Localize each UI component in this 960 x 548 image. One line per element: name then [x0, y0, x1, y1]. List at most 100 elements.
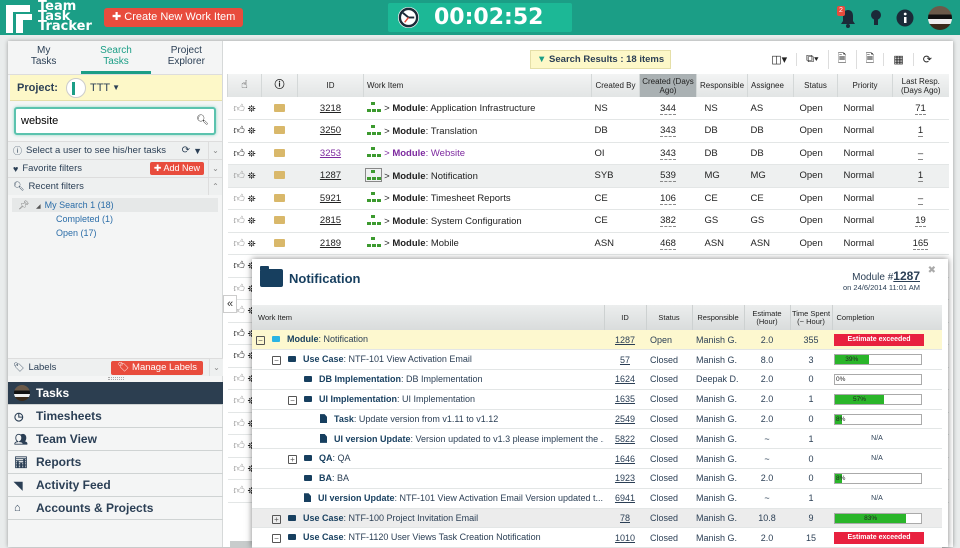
header-status[interactable]: Status	[793, 74, 838, 97]
expand-icon[interactable]: +	[272, 514, 281, 524]
work-item-id-link[interactable]: 1010	[615, 533, 635, 543]
thumbs-up-icon[interactable]: 👍︎	[233, 328, 245, 340]
thumbs-up-icon[interactable]: 👍︎	[233, 283, 245, 295]
pin-icon[interactable]: 📌︎	[18, 200, 29, 210]
collapse-icon[interactable]: −	[272, 534, 281, 544]
thumbs-up-icon[interactable]: 👍︎	[233, 373, 245, 385]
select-user-section[interactable]: ⓘ Select a user to see his/her tasks ⟳ ▼…	[8, 141, 222, 159]
row-work-item[interactable]: > Module: Translation	[363, 119, 592, 143]
work-item-id-link[interactable]: 5921	[320, 193, 341, 204]
notifications-button[interactable]: 2	[837, 6, 856, 28]
work-item-id-link[interactable]: 78	[620, 513, 630, 523]
nav-item-activity-feed[interactable]: ◥ Activity Feed	[8, 474, 223, 497]
close-popup-button[interactable]: ✖	[928, 265, 936, 276]
row-work-item[interactable]: > Module: Mobile	[363, 232, 592, 255]
binoculars-icon[interactable]: ⛯	[248, 126, 256, 137]
hierarchy-icon[interactable]	[364, 167, 382, 182]
work-item-id-link[interactable]: 57	[620, 355, 630, 365]
popup-row[interactable]: UI version Update: Version updated to v1…	[252, 428, 942, 450]
popup-row[interactable]: + Use Case: NTF-100 Project Invitation Em…	[252, 508, 942, 529]
popup-work-item[interactable]: Task: Update version from v1.11 to v1.12	[252, 409, 604, 430]
collapse-icon[interactable]: −	[272, 356, 281, 366]
folder-icon[interactable]	[274, 216, 285, 225]
folder-icon[interactable]	[274, 103, 285, 112]
hierarchy-icon[interactable]	[366, 214, 381, 225]
table-row[interactable]: 👍︎ ⛯ 3253 > Module: Website OI 343 DB DB Open N…	[227, 142, 949, 165]
popup-row[interactable]: − Module: Notification 1287 Open Manish G. 2.…	[252, 330, 942, 351]
popup-work-item[interactable]: − UI Implementation: UI Implementation	[252, 389, 604, 410]
work-item-id-link[interactable]: 1646	[615, 454, 635, 464]
header-created-by[interactable]: Created By	[591, 74, 640, 97]
table-row[interactable]: 👍︎ ⛯ 5921 > Module: Timesheet Reports CE 10…	[227, 187, 949, 210]
tree-item-open[interactable]: Open (17)	[12, 226, 222, 240]
export-excel-button[interactable]: 🗎︎	[855, 49, 884, 69]
thumbs-up-icon[interactable]: 👍︎	[233, 418, 245, 430]
info-icon[interactable]	[896, 9, 914, 27]
row-work-item[interactable]: > Module: Timesheet Reports	[363, 187, 592, 210]
thumbs-up-icon[interactable]: 👍︎	[233, 215, 245, 227]
thumbs-up-icon[interactable]: 👍︎	[233, 193, 245, 205]
thumbs-up-icon[interactable]: 👍︎	[233, 463, 245, 475]
nav-item-accounts-projects[interactable]: ⌂ Accounts & Projects	[8, 497, 223, 520]
tab-search-tasks[interactable]: Search Tasks	[81, 41, 151, 74]
chevron-double-down-icon[interactable]: ⌄	[208, 142, 222, 159]
thumbs-up-icon[interactable]: 👍︎	[233, 125, 245, 137]
chevron-double-up-icon[interactable]: ⌃	[208, 178, 222, 195]
work-item-id-link[interactable]: 5822	[615, 434, 635, 444]
popup-row[interactable]: − Use Case: NTF-101 View Activation Email…	[252, 349, 942, 371]
popup-row[interactable]: + QA: QA 1646 Closed Manish G. ~0 N/A	[252, 448, 942, 470]
popup-row[interactable]: DB Implementation: DB Implementation 1624…	[252, 369, 942, 390]
create-work-item-button[interactable]: ✚ Create New Work Item	[104, 8, 244, 27]
export-pdf-button[interactable]: 🗎︎	[827, 49, 856, 69]
resize-handle[interactable]	[108, 377, 124, 380]
table-row[interactable]: 👍︎ ⛯ 3218 > Module: Application Infrastru…	[227, 97, 949, 120]
table-row[interactable]: 👍︎ ⛯ 2815 > Module: System Configuration C…	[227, 209, 949, 233]
work-item-id-link[interactable]: 1624	[615, 374, 635, 384]
nav-item-reports[interactable]: 📊︎ Reports	[8, 451, 223, 474]
tab-my-tasks[interactable]: My Tasks	[8, 41, 79, 74]
popup-row[interactable]: BA: BA 1923 Closed Manish G. 2.0 0 8%	[252, 468, 942, 489]
popup-work-item[interactable]: UI version Update: Version updated to v1…	[252, 428, 604, 450]
popup-work-item[interactable]: − Module: Notification	[252, 330, 604, 351]
timer[interactable]: 00:02:52	[388, 3, 572, 32]
hierarchy-icon[interactable]	[366, 147, 381, 158]
folder-icon[interactable]	[274, 171, 285, 180]
triangle-icon[interactable]: ◢	[36, 204, 41, 210]
hierarchy-icon[interactable]	[366, 124, 381, 135]
search-icon[interactable]: 🔍︎	[196, 115, 209, 126]
popup-row[interactable]: Task: Update version from v1.11 to v1.12…	[252, 409, 942, 430]
filter-icon[interactable]: ▼	[193, 146, 202, 156]
thumbs-up-icon[interactable]: 👍︎	[233, 485, 245, 497]
thumbs-up-icon[interactable]: 👍︎	[233, 440, 245, 452]
header-last-resp[interactable]: Last Resp. (Days Ago)	[892, 74, 949, 97]
popup-work-item[interactable]: DB Implementation: DB Implementation	[252, 369, 604, 390]
work-item-id-link[interactable]: 2549	[615, 414, 635, 424]
work-item-id-link[interactable]: 6941	[615, 493, 635, 503]
popup-work-item[interactable]: UI version Update: NTF-101 View Activati…	[252, 488, 604, 509]
app-logo[interactable]: Team Task Tracker	[6, 0, 92, 33]
popup-work-item[interactable]: − Use Case: NTF-101 View Activation Email	[252, 349, 604, 371]
tree-item-completed[interactable]: Completed (1)	[12, 212, 222, 226]
binoculars-icon[interactable]: ⛯	[248, 239, 256, 250]
popup-row[interactable]: − Use Case: NTF-1120 User Views Task Crea…	[252, 527, 942, 548]
collapse-icon[interactable]: −	[256, 336, 265, 346]
module-id-link[interactable]: 1287	[893, 269, 920, 283]
header-assignee[interactable]: Assignee	[747, 74, 794, 97]
header-id[interactable]: ID	[297, 74, 364, 97]
recent-filters-section[interactable]: 🔍︎ Recent filters ⌃	[8, 177, 222, 195]
popup-work-item[interactable]: + Use Case: NTF-100 Project Invitation Em…	[252, 508, 604, 529]
thumbs-up-icon[interactable]: 👍︎	[233, 350, 245, 362]
refresh-button[interactable]: ⟳	[912, 52, 941, 66]
folder-icon[interactable]	[274, 238, 285, 247]
row-work-item[interactable]: > Module: Application Infrastructure	[363, 97, 592, 120]
work-item-id-link[interactable]: 1287	[615, 335, 635, 345]
folder-icon[interactable]	[274, 126, 285, 135]
add-new-filter-button[interactable]: ✚ Add New	[149, 162, 204, 175]
collapse-sidebar-button[interactable]: «	[223, 295, 237, 313]
tree-item-my-search[interactable]: 📌︎ ◢ My Search 1 (18)	[12, 198, 218, 212]
header-pointer[interactable]: ☝︎	[227, 74, 262, 97]
grid-view-button[interactable]: ▦	[883, 52, 912, 66]
tab-project-explorer[interactable]: Project Explorer	[151, 41, 222, 74]
folder-icon[interactable]	[274, 148, 285, 157]
collapse-icon[interactable]: −	[288, 395, 297, 405]
